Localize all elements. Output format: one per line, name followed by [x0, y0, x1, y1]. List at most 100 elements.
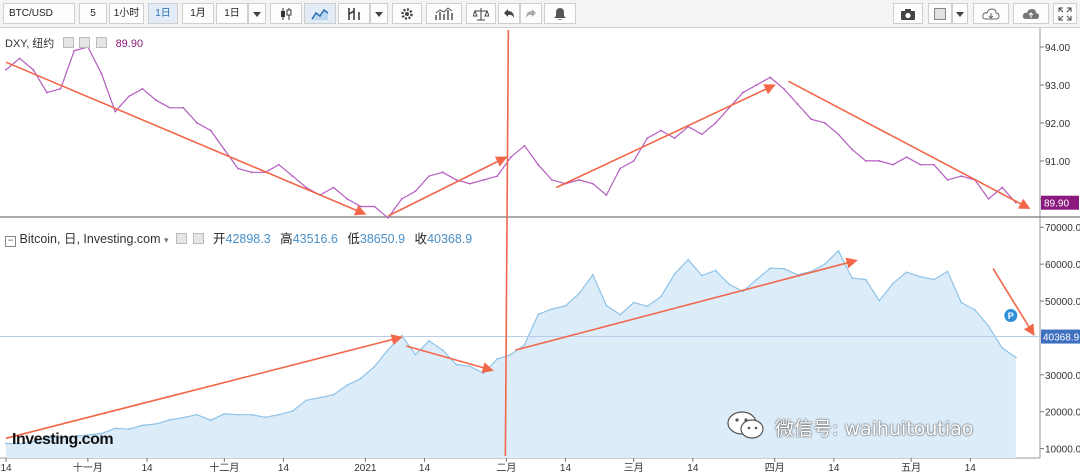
gear-icon: [401, 8, 413, 20]
dxy-data-point: [237, 167, 239, 170]
btc-data-point: [919, 275, 922, 278]
dxy-data-point: [400, 198, 403, 200]
high-value: 43516.6: [292, 232, 338, 246]
legend-close-icon[interactable]: [95, 37, 107, 48]
btc-data-point: [851, 277, 853, 280]
dxy-data-point: [469, 182, 471, 185]
area-chart-button[interactable]: [304, 3, 336, 24]
dxy-data-point: [960, 175, 963, 178]
chevron-down-icon: [956, 12, 964, 17]
btc-data-point: [1001, 346, 1004, 349]
y-tick-label: 60000.0: [1045, 260, 1080, 271]
compare-button[interactable]: [466, 3, 496, 24]
legend-settings-icon[interactable]: [176, 233, 188, 244]
btc-data-point: [673, 272, 676, 275]
legend-dropdown-icon[interactable]: ▾: [164, 235, 169, 245]
btc-data-point: [660, 295, 662, 298]
y-tick-label: 93.00: [1045, 81, 1070, 92]
x-tick-label: 2021: [354, 463, 377, 474]
high-label: 高: [280, 232, 293, 246]
timeframe-button-1d-alt[interactable]: 1日: [216, 3, 248, 24]
dxy-trend-arrow: [556, 84, 776, 189]
timeframe-button-1m[interactable]: 1月: [182, 3, 214, 24]
y-tick-label: 30000.0: [1045, 371, 1080, 382]
y-tick-label: 92.00: [1045, 119, 1070, 130]
btc-data-point: [5, 442, 7, 445]
btc-data-point: [987, 325, 990, 328]
btc-data-point: [960, 301, 963, 304]
btc-data-point: [1014, 356, 1017, 359]
btc-data-point: [632, 301, 635, 304]
btc-data-point: [278, 413, 280, 416]
x-tick-label: 14: [965, 463, 977, 474]
indicators-dropdown[interactable]: [370, 3, 388, 24]
btc-data-point: [441, 349, 444, 351]
btc-data-point: [769, 267, 772, 270]
investing-logo: Investing.com: [12, 431, 114, 448]
btc-data-point: [564, 304, 567, 307]
legend-settings-icon[interactable]: [63, 37, 75, 48]
dxy-data-point: [5, 68, 7, 71]
btc-data-point: [728, 283, 731, 286]
btc-data-point: [537, 313, 540, 316]
color-picker-button[interactable]: [928, 3, 952, 24]
fullscreen-button[interactable]: [1053, 3, 1077, 24]
y-tick-label: 10000.0: [1045, 445, 1080, 456]
btc-data-point: [550, 308, 553, 311]
btc-data-point: [591, 273, 594, 276]
symbol-field[interactable]: BTC/USD: [3, 3, 75, 24]
dxy-data-point: [18, 57, 21, 60]
dxy-data-point: [851, 148, 853, 151]
btc-data-point: [933, 278, 935, 281]
dxy-data-point: [46, 91, 48, 94]
dxy-data-point: [278, 163, 280, 166]
cloud-upload-button[interactable]: [1013, 3, 1049, 24]
dxy-data-point: [919, 163, 922, 166]
dxy-data-point: [346, 198, 349, 200]
timeframe-dropdown[interactable]: [248, 3, 266, 24]
fullscreen-icon: [1058, 7, 1072, 21]
dxy-data-point: [428, 175, 430, 178]
interval-input[interactable]: 5: [79, 3, 107, 24]
candlestick-button[interactable]: [270, 3, 302, 24]
btc-data-point: [510, 353, 512, 356]
dxy-data-point: [946, 179, 949, 181]
btc-data-point: [209, 419, 212, 422]
x-tick-label: 二月: [496, 462, 516, 474]
alert-button[interactable]: [544, 3, 576, 24]
legend-hide-icon[interactable]: [79, 37, 91, 48]
btc-data-point: [291, 410, 294, 412]
indicators-button[interactable]: [338, 3, 370, 24]
color-picker-dropdown[interactable]: [952, 3, 968, 24]
btc-data-point: [359, 377, 362, 380]
studies-button[interactable]: [426, 3, 462, 24]
dxy-data-point: [59, 87, 62, 90]
candlestick-icon: [281, 8, 292, 20]
settings-button[interactable]: [392, 3, 422, 24]
btc-data-point: [428, 339, 430, 342]
x-tick-label: 14: [278, 463, 290, 474]
x-tick-label: 14: [141, 463, 153, 474]
undo-button[interactable]: [498, 3, 520, 24]
timeframe-button-1h[interactable]: 1小时: [109, 3, 144, 24]
btc-data-point: [755, 278, 758, 281]
dxy-data-point: [878, 160, 881, 162]
dxy-data-point: [510, 156, 512, 159]
dxy-data-point: [127, 95, 130, 98]
dxy-data-point: [523, 144, 526, 147]
cloud-download-icon: [982, 8, 1000, 20]
timeframe-label: 1小时: [113, 8, 140, 19]
screenshot-button[interactable]: [893, 3, 923, 24]
dxy-data-point: [182, 106, 185, 109]
dxy-data-point: [32, 68, 35, 71]
dxy-data-point: [796, 103, 799, 105]
timeframe-label: 1月: [190, 8, 206, 19]
collapse-icon[interactable]: −: [5, 236, 16, 247]
chart-canvas[interactable]: 94.0093.0092.0091.0090.0089.9070000.0600…: [0, 28, 1080, 476]
dxy-data-point: [291, 175, 294, 178]
legend-hide-icon[interactable]: [192, 233, 204, 244]
dxy-data-point: [660, 129, 662, 132]
redo-button[interactable]: [520, 3, 542, 24]
timeframe-button-1d[interactable]: 1日: [148, 3, 178, 24]
cloud-download-button[interactable]: [973, 3, 1009, 24]
